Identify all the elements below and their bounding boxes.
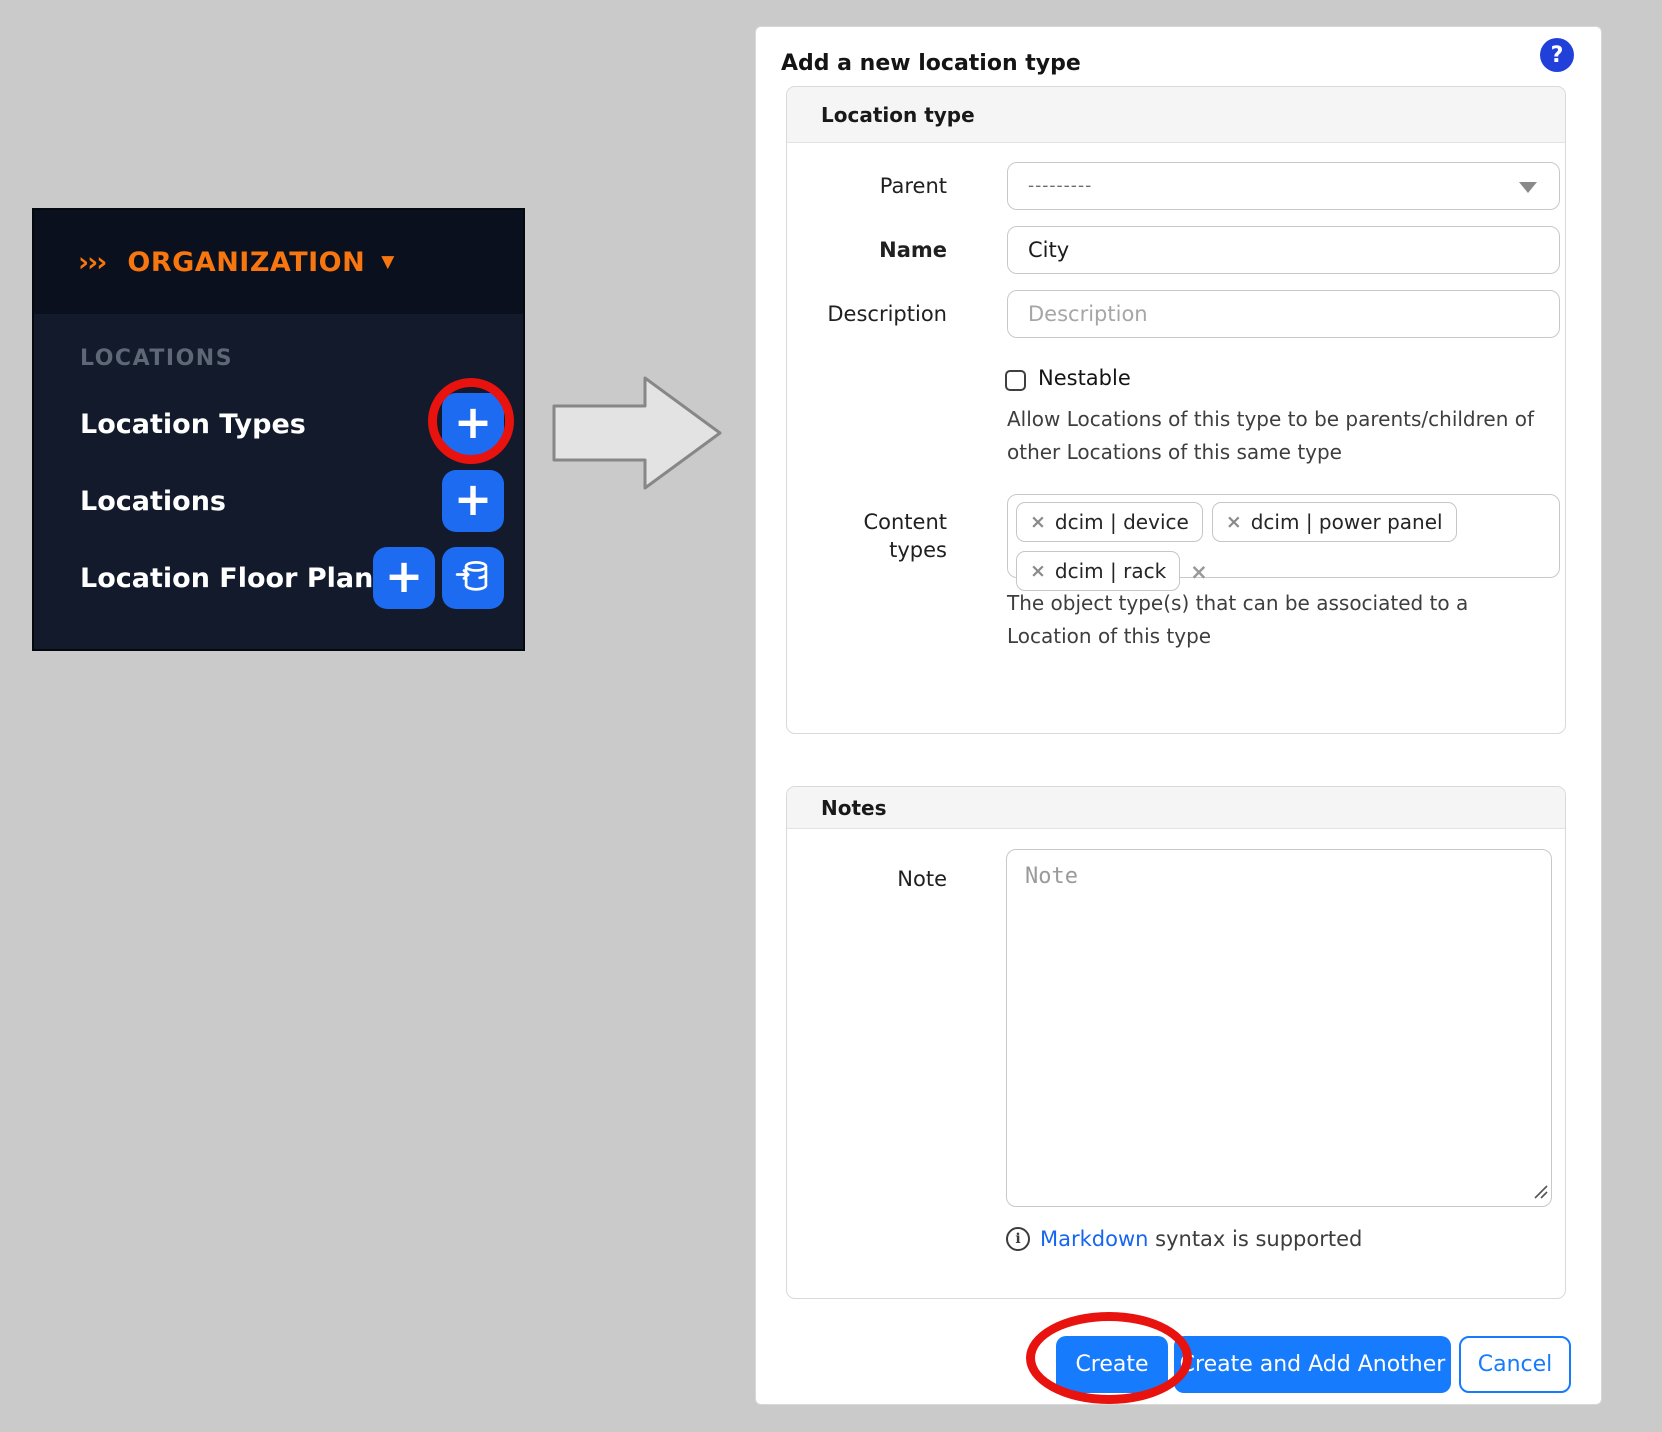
- create-and-add-another-button[interactable]: Create and Add Another: [1174, 1336, 1451, 1393]
- help-icon[interactable]: ?: [1540, 38, 1574, 72]
- plus-icon: +: [454, 476, 493, 522]
- red-circle-annotation: [428, 378, 514, 464]
- markdown-help-row: i Markdown syntax is supported: [1006, 1227, 1362, 1251]
- database-import-icon: [455, 558, 491, 598]
- sidebar-item-location-types[interactable]: Location Types: [80, 409, 306, 440]
- sidebar-item-location-floor-plans[interactable]: Location Floor Plans: [80, 563, 389, 594]
- remove-tag-icon[interactable]: ×: [1030, 560, 1046, 582]
- plus-icon: +: [385, 553, 424, 599]
- note-label: Note: [802, 865, 947, 893]
- chevron-down-icon: [1519, 182, 1537, 193]
- remove-tag-icon[interactable]: ×: [1030, 511, 1046, 533]
- nestable-help-text: Allow Locations of this type to be paren…: [1007, 403, 1560, 469]
- content-type-tag: × dcim | power panel: [1212, 502, 1457, 542]
- nestable-checkbox[interactable]: [1005, 370, 1026, 391]
- cancel-button[interactable]: Cancel: [1459, 1336, 1571, 1393]
- import-location-floor-plans-button[interactable]: [442, 547, 504, 609]
- sidebar-title: ORGANIZATION: [127, 247, 365, 278]
- parent-select[interactable]: ---------: [1007, 162, 1560, 210]
- content-types-help-text: The object type(s) that can be associate…: [1007, 587, 1532, 653]
- parent-label: Parent: [802, 172, 947, 200]
- add-location-type-form: Add a new location type ? Location type …: [755, 26, 1602, 1405]
- content-types-label: Content types: [802, 508, 947, 564]
- parent-select-value: ---------: [1028, 176, 1092, 196]
- markdown-link[interactable]: Markdown: [1040, 1227, 1148, 1251]
- name-field[interactable]: [1007, 226, 1560, 274]
- description-field[interactable]: [1007, 290, 1560, 338]
- sidebar-item-locations[interactable]: Locations: [80, 486, 226, 517]
- flow-arrow-icon: [550, 372, 725, 498]
- tag-label: dcim | rack: [1055, 559, 1166, 583]
- location-type-panel-title: Location type: [787, 87, 1565, 143]
- clear-selection-icon[interactable]: ×: [1190, 560, 1208, 584]
- chevrons-icon: ›››: [78, 247, 105, 278]
- notes-panel: Notes Note i Markdown syntax is supporte…: [786, 786, 1566, 1299]
- content-types-field[interactable]: × dcim | device × dcim | power panel × d…: [1007, 494, 1560, 578]
- add-location-button[interactable]: +: [442, 470, 504, 532]
- resize-handle-icon[interactable]: [1532, 1183, 1548, 1203]
- sidebar-header[interactable]: ››› ORGANIZATION ▼: [34, 210, 523, 314]
- add-location-floor-plan-button[interactable]: +: [373, 547, 435, 609]
- caret-down-icon: ▼: [381, 252, 394, 272]
- content-type-tag: × dcim | rack: [1016, 551, 1180, 591]
- tag-label: dcim | power panel: [1251, 510, 1443, 534]
- remove-tag-icon[interactable]: ×: [1226, 511, 1242, 533]
- markdown-help-text: syntax is supported: [1155, 1227, 1362, 1251]
- name-label: Name: [802, 236, 947, 264]
- notes-panel-title: Notes: [787, 787, 1565, 829]
- content-type-tag: × dcim | device: [1016, 502, 1203, 542]
- note-textarea[interactable]: [1006, 849, 1552, 1207]
- description-label: Description: [802, 300, 947, 328]
- page-title: Add a new location type: [781, 51, 1081, 76]
- red-circle-annotation: [1026, 1312, 1192, 1404]
- nestable-label: Nestable: [1038, 366, 1131, 390]
- location-type-panel: Location type Parent --------- Name Desc…: [786, 86, 1566, 734]
- locations-section-label: LOCATIONS: [80, 346, 233, 371]
- info-icon: i: [1006, 1227, 1030, 1251]
- tag-label: dcim | device: [1055, 510, 1189, 534]
